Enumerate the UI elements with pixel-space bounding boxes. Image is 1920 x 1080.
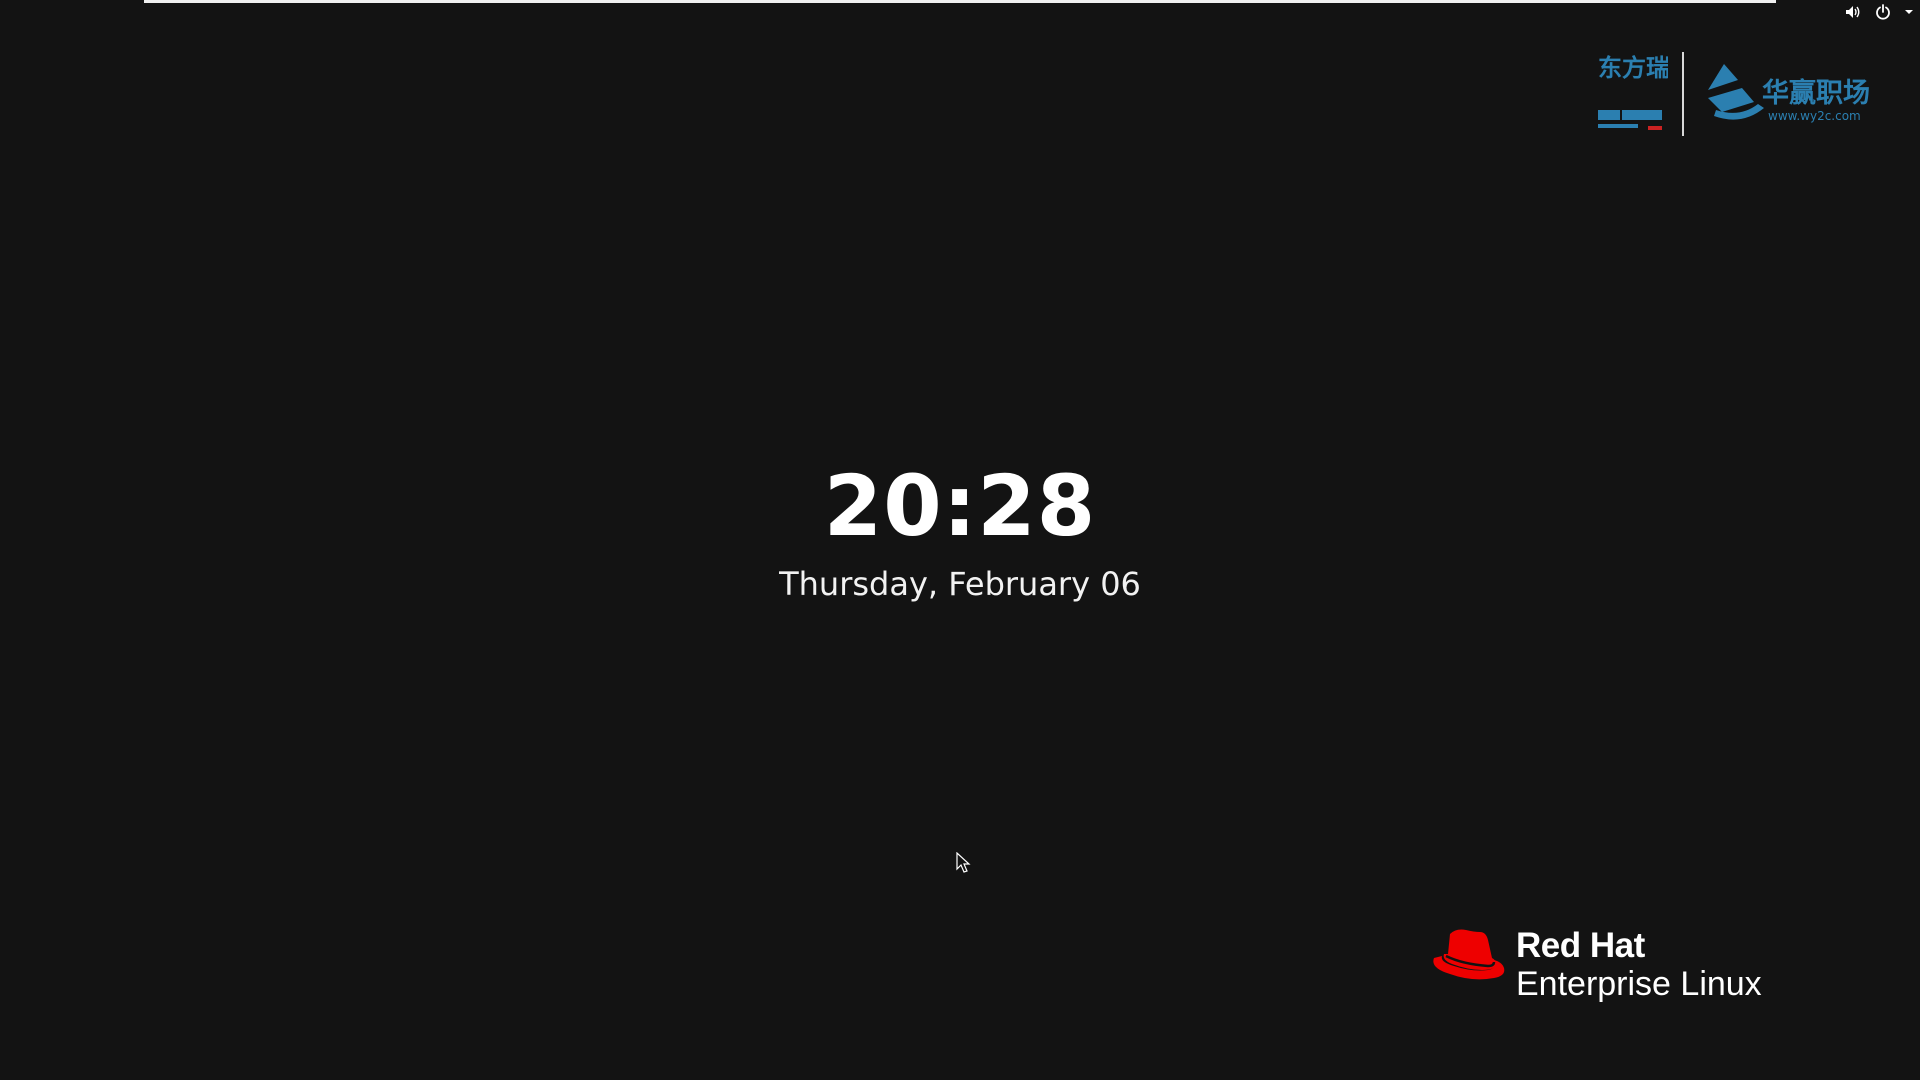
svg-text:www.wy2c.com: www.wy2c.com — [1768, 109, 1861, 123]
logo-glyph-dongfang: 东方瑞通 — [1598, 54, 1668, 82]
watermark-logos: 东方瑞通 华赢职场 www.wy2c.com — [1596, 48, 1886, 140]
mouse-cursor-icon — [956, 851, 972, 874]
red-hat-branding: Red Hat Enterprise Linux — [1432, 924, 1812, 1014]
huaying-logo: 华赢职场 www.wy2c.com — [1702, 54, 1882, 134]
lock-screen[interactable]: 东方瑞通 华赢职场 www.wy2c.com 20:28 Thursday, F… — [0, 0, 1920, 1080]
system-status-area[interactable] — [1844, 2, 1920, 22]
brand-enterprise-linux: Enterprise Linux — [1516, 965, 1762, 1003]
brand-red-hat: Red Hat — [1516, 926, 1645, 965]
volume-icon[interactable] — [1844, 3, 1862, 21]
red-hat-logo-icon — [1432, 928, 1506, 984]
menu-arrow-icon[interactable] — [1904, 3, 1914, 21]
top-progress-line — [144, 0, 1776, 3]
watermark-divider — [1682, 52, 1684, 136]
power-icon[interactable] — [1874, 3, 1892, 21]
lock-clock-time: 20:28 — [823, 457, 1097, 555]
dongfang-ruitong-logo: 东方瑞通 — [1596, 50, 1694, 138]
svg-text:华赢职场: 华赢职场 — [1762, 77, 1870, 109]
lock-clock-date: Thursday, February 06 — [779, 565, 1141, 603]
